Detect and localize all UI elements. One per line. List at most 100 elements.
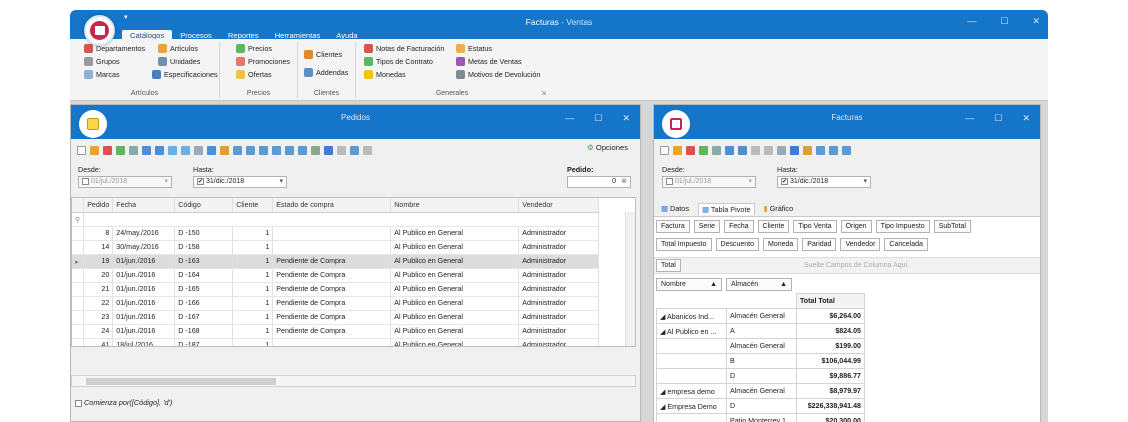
- field-button[interactable]: Descuento: [715, 238, 759, 251]
- field-button[interactable]: Tipo Venta: [793, 220, 837, 233]
- table-row[interactable]: 24 01/jun./2016 D -168 1 Pendiente de Compra…: [72, 324, 600, 339]
- ribbon-metas-ventas[interactable]: Metas de Ventas: [456, 57, 522, 66]
- pivot-row-header[interactable]: [656, 413, 727, 422]
- edit-icon[interactable]: [673, 145, 682, 155]
- field-button[interactable]: Tipo Impuesto: [875, 220, 930, 233]
- desde-checkbox[interactable]: [666, 177, 673, 185]
- import-icon[interactable]: [142, 145, 151, 155]
- view-icon[interactable]: [751, 145, 760, 155]
- filter-bar[interactable]: Comienza por([Código], 'd'): [71, 395, 636, 409]
- app-menu-button[interactable]: [84, 15, 115, 46]
- table-row[interactable]: 22 01/jun./2016 D -166 1 Pendiente de Compra…: [72, 296, 600, 311]
- maximize-icon[interactable]: ☐: [994, 113, 1002, 124]
- ribbon-addendas[interactable]: Addendas: [304, 68, 348, 77]
- ribbon-promociones[interactable]: Promociones: [236, 57, 290, 66]
- layout2-icon[interactable]: [272, 145, 281, 155]
- pivot-row-header[interactable]: Almacén General: [726, 338, 797, 354]
- tree-icon[interactable]: [311, 145, 320, 155]
- pivot-row-header[interactable]: B: [726, 353, 797, 369]
- pivot-row-header[interactable]: D: [726, 398, 797, 414]
- chevron-down-icon[interactable]: ▾: [164, 177, 168, 187]
- row-field-almacen[interactable]: Almacén ▲: [726, 278, 792, 291]
- hasta-checkbox[interactable]: ✔: [781, 177, 788, 185]
- refresh-icon[interactable]: [116, 145, 125, 155]
- delete-icon[interactable]: [686, 145, 695, 155]
- minimize-icon[interactable]: —: [967, 16, 976, 27]
- ribbon-grupos[interactable]: Grupos: [84, 57, 120, 66]
- chevron-down-icon[interactable]: ▾: [863, 177, 867, 187]
- grid-icon[interactable]: [816, 145, 825, 155]
- delete-icon[interactable]: [103, 145, 112, 155]
- tab-grafico[interactable]: ▮ Gráfico: [761, 203, 797, 215]
- field-button[interactable]: SubTotal: [933, 220, 971, 233]
- edit-icon[interactable]: [90, 145, 99, 155]
- ribbon-monedas[interactable]: Monedas: [364, 70, 406, 79]
- hasta-date-field[interactable]: ✔ 31/dic./2018 ▾: [193, 176, 287, 188]
- filter-checkbox[interactable]: [75, 399, 82, 407]
- field-button[interactable]: Moneda: [763, 238, 799, 251]
- minimize-icon[interactable]: —: [565, 113, 574, 124]
- pivot-row-header[interactable]: ◢ Empresa Demo: [656, 398, 727, 414]
- column-header[interactable]: Vendedor: [518, 198, 600, 213]
- table-row[interactable]: 21 01/jun./2016 D -165 1 Pendiente de Compra…: [72, 282, 600, 297]
- pivot-row-header[interactable]: [656, 338, 727, 354]
- close-icon[interactable]: ✕: [1022, 113, 1030, 124]
- ribbon-marcas[interactable]: Marcas: [84, 70, 120, 79]
- field-button[interactable]: Origen: [840, 220, 872, 233]
- column-header[interactable]: Nombre: [390, 198, 520, 213]
- desde-date-field[interactable]: 01/jul./2018 ▾: [662, 176, 756, 188]
- field-button[interactable]: Cancelada: [884, 238, 928, 251]
- table-row[interactable]: 14 30/may./2016 D -158 1 Al Publico en Gener…: [72, 240, 600, 255]
- ribbon-ofertas[interactable]: Ofertas: [236, 70, 272, 79]
- grid-icon[interactable]: [233, 145, 242, 155]
- pedido-field[interactable]: 0 ⊗: [567, 176, 631, 188]
- sort-icon[interactable]: [207, 145, 216, 155]
- export-icon[interactable]: [155, 145, 164, 155]
- desde-checkbox[interactable]: [82, 177, 89, 185]
- pivot-row-header[interactable]: ◢ Abanicos Ind...: [656, 308, 727, 324]
- ribbon-tipos-contrato[interactable]: Tipos de Contrato: [364, 57, 433, 66]
- ribbon-unidades[interactable]: Unidades: [158, 57, 200, 66]
- ribbon-estatus[interactable]: Estatus: [456, 44, 492, 53]
- close-icon[interactable]: ✕: [622, 113, 630, 124]
- export-icon[interactable]: [738, 145, 747, 155]
- column-header[interactable]: Estado de compra: [272, 198, 392, 213]
- list-icon[interactable]: [337, 145, 346, 155]
- clear-icon[interactable]: ⊗: [621, 177, 627, 187]
- calendar-icon[interactable]: [842, 145, 851, 155]
- sort-icon[interactable]: [790, 145, 799, 155]
- pivot-row-header[interactable]: Patio Monterrey 1: [726, 413, 797, 422]
- tab-datos[interactable]: ▦ Datos: [658, 203, 692, 215]
- search-icon[interactable]: [712, 145, 721, 155]
- field-button[interactable]: Paridad: [802, 238, 837, 251]
- ribbon-precios[interactable]: Precios: [236, 44, 272, 53]
- vertical-scrollbar[interactable]: [625, 212, 635, 346]
- close-icon[interactable]: ✕: [1032, 16, 1040, 27]
- print-icon[interactable]: [803, 145, 812, 155]
- calendar-icon[interactable]: [350, 145, 359, 155]
- chevron-down-icon[interactable]: ▾: [279, 177, 283, 187]
- search-icon[interactable]: [129, 145, 138, 155]
- refresh-icon[interactable]: [699, 145, 708, 155]
- field-button[interactable]: Fecha: [724, 220, 754, 233]
- import-icon[interactable]: [725, 145, 734, 155]
- link-icon[interactable]: [777, 145, 786, 155]
- hasta-date-field[interactable]: ✔ 31/dic./2018 ▾: [777, 176, 871, 188]
- ribbon-notas-facturacion[interactable]: Notas de Facturación: [364, 44, 444, 53]
- table-row[interactable]: 23 01/jun./2016 D -167 1 Pendiente de Compra…: [72, 310, 600, 325]
- column-header[interactable]: Fecha: [112, 198, 176, 213]
- new-icon[interactable]: [77, 145, 86, 155]
- pivot-row-header[interactable]: A: [726, 323, 797, 339]
- data-field-total[interactable]: Total: [656, 259, 681, 272]
- filter-icon[interactable]: [764, 145, 773, 155]
- chart-icon[interactable]: [324, 145, 333, 155]
- table-row[interactable]: 41 18/jul./2016 D -187 1 Al Publico en Gener…: [72, 338, 600, 346]
- column-header[interactable]: Cliente: [232, 198, 274, 213]
- columns-icon[interactable]: [246, 145, 255, 155]
- column-header[interactable]: Pedido: [83, 198, 114, 213]
- view-icon[interactable]: [168, 145, 177, 155]
- layout-icon[interactable]: [829, 145, 838, 155]
- more-icon[interactable]: [363, 145, 372, 155]
- link-icon[interactable]: [194, 145, 203, 155]
- pivot-row-header[interactable]: ◢ empresa demo: [656, 383, 727, 399]
